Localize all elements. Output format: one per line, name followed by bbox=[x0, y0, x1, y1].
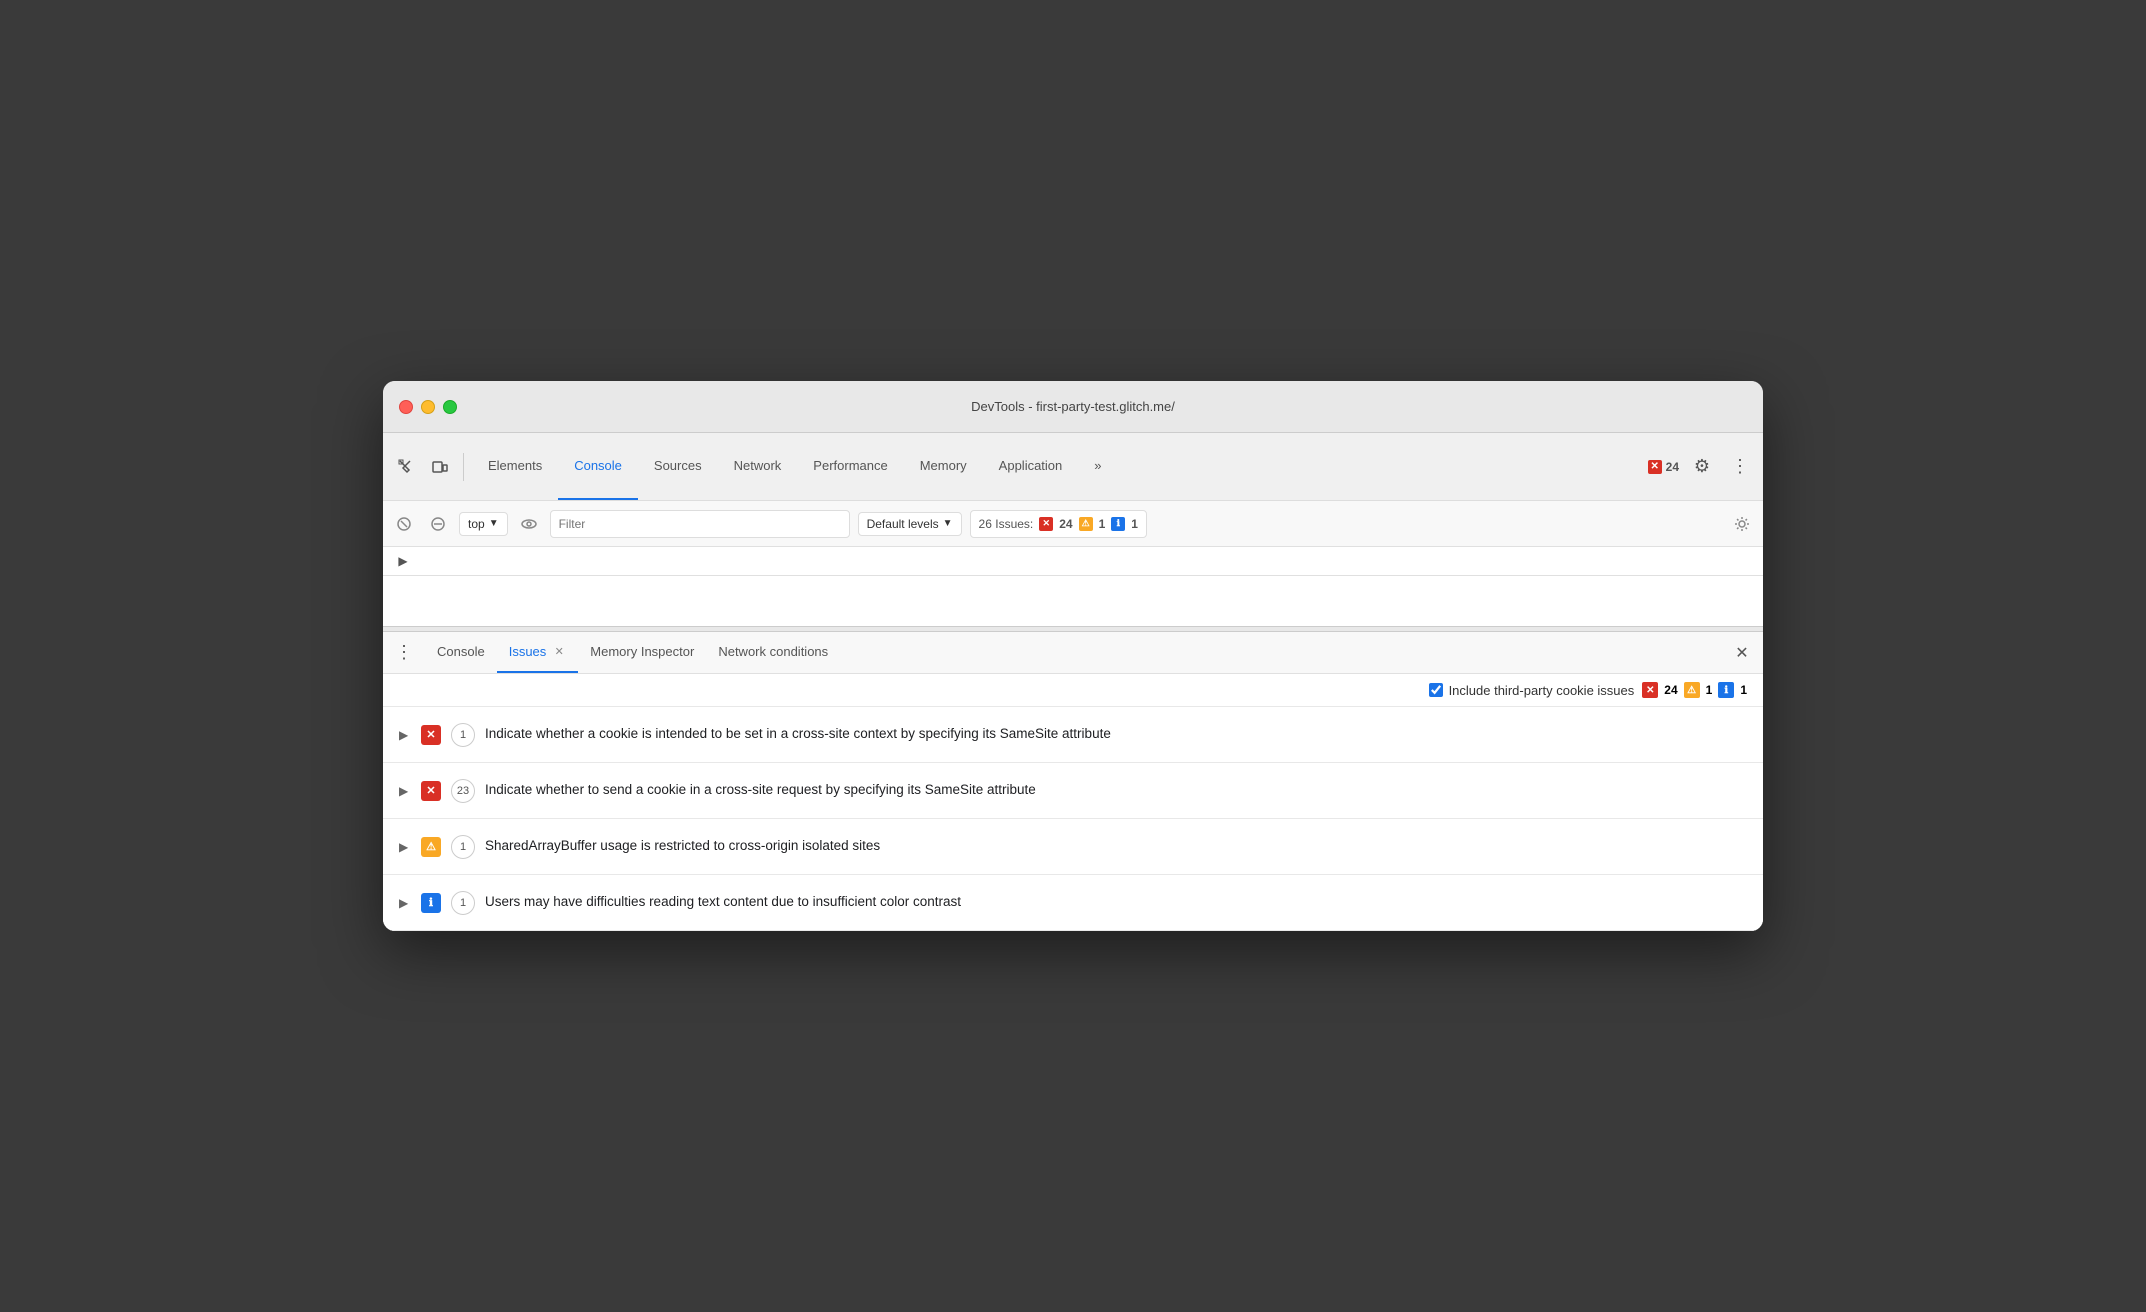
bottom-tab-network-conditions[interactable]: Network conditions bbox=[706, 632, 840, 673]
header-error-count: 24 bbox=[1664, 683, 1677, 697]
include-third-party-label[interactable]: Include third-party cookie issues bbox=[1429, 683, 1635, 698]
tab-elements[interactable]: Elements bbox=[472, 433, 558, 500]
info-count: 1 bbox=[1131, 517, 1138, 531]
tab-more[interactable]: » bbox=[1078, 433, 1117, 500]
main-nav-tabs: Elements Console Sources Network Perform… bbox=[472, 433, 1644, 500]
header-error-icon: ✕ bbox=[1642, 682, 1658, 698]
issues-badge[interactable]: ✕ 24 bbox=[1648, 460, 1679, 474]
issue-row[interactable]: ▶ ⚠ 1 SharedArrayBuffer usage is restric… bbox=[383, 819, 1763, 875]
device-toolbar-button[interactable] bbox=[425, 452, 455, 482]
issues-tab-close[interactable]: ✕ bbox=[552, 645, 566, 659]
issue-count-circle: 1 bbox=[451, 835, 475, 859]
issue-expand-arrow: ▶ bbox=[399, 840, 411, 854]
warning-badge: ⚠ bbox=[1079, 517, 1093, 531]
memory-inspector-tab-label: Memory Inspector bbox=[590, 644, 694, 659]
info-badge: ℹ bbox=[1111, 517, 1125, 531]
issue-type-icon: ✕ bbox=[421, 781, 441, 801]
clear-console-button[interactable] bbox=[391, 511, 417, 537]
console-toolbar: top ▼ Default levels ▼ 26 Issues: ✕ 24 ⚠… bbox=[383, 501, 1763, 547]
context-arrow-icon: ▼ bbox=[489, 518, 499, 529]
issues-panel: Include third-party cookie issues ✕ 24 ⚠… bbox=[383, 674, 1763, 931]
issue-expand-arrow: ▶ bbox=[399, 728, 411, 742]
levels-selector[interactable]: Default levels ▼ bbox=[858, 512, 962, 536]
issues-label: 26 Issues: bbox=[979, 517, 1034, 531]
issues-tab-label: Issues bbox=[509, 644, 547, 659]
header-info-count: 1 bbox=[1740, 683, 1747, 697]
devtools-window: DevTools - first-party-test.glitch.me/ E… bbox=[383, 381, 1763, 931]
issue-row[interactable]: ▶ ✕ 23 Indicate whether to send a cookie… bbox=[383, 763, 1763, 819]
settings-button[interactable]: ⚙ bbox=[1687, 452, 1717, 482]
issue-row[interactable]: ▶ ✕ 1 Indicate whether a cookie is inten… bbox=[383, 707, 1763, 763]
bottom-tabs: ⋮ Console Issues ✕ Memory Inspector Netw… bbox=[383, 632, 1763, 674]
bottom-tab-memory-inspector[interactable]: Memory Inspector bbox=[578, 632, 706, 673]
tab-application[interactable]: Application bbox=[983, 433, 1079, 500]
expand-area: ▶ bbox=[383, 547, 1763, 576]
bottom-tab-issues[interactable]: Issues ✕ bbox=[497, 632, 579, 673]
inspect-element-button[interactable] bbox=[391, 452, 421, 482]
filter-input[interactable] bbox=[550, 510, 850, 538]
tab-menu-button[interactable]: ⋮ bbox=[391, 640, 417, 666]
titlebar: DevTools - first-party-test.glitch.me/ bbox=[383, 381, 1763, 433]
error-count: 24 bbox=[1059, 517, 1072, 531]
issue-type-icon: ✕ bbox=[421, 725, 441, 745]
close-bottom-panel-button[interactable]: ✕ bbox=[1729, 640, 1755, 666]
network-conditions-tab-label: Network conditions bbox=[718, 644, 828, 659]
bottom-panel: ⋮ Console Issues ✕ Memory Inspector Netw… bbox=[383, 632, 1763, 931]
issues-list: ▶ ✕ 1 Indicate whether a cookie is inten… bbox=[383, 707, 1763, 931]
more-options-button[interactable]: ⋮ bbox=[1725, 452, 1755, 482]
issue-count-circle: 1 bbox=[451, 891, 475, 915]
tab-memory[interactable]: Memory bbox=[904, 433, 983, 500]
tab-performance[interactable]: Performance bbox=[797, 433, 903, 500]
console-tab-label: Console bbox=[437, 644, 485, 659]
include-third-party-text: Include third-party cookie issues bbox=[1449, 683, 1635, 698]
issue-type-icon: ⚠ bbox=[421, 837, 441, 857]
context-selector[interactable]: top ▼ bbox=[459, 512, 508, 536]
bottom-tab-console[interactable]: Console bbox=[425, 632, 497, 673]
issue-text: Indicate whether a cookie is intended to… bbox=[485, 725, 1111, 744]
minimize-button[interactable] bbox=[421, 400, 435, 414]
console-issues-count[interactable]: 26 Issues: ✕ 24 ⚠ 1 ℹ 1 bbox=[970, 510, 1147, 538]
context-value: top bbox=[468, 517, 485, 531]
error-badge-icon: ✕ bbox=[1648, 460, 1662, 474]
header-warning-icon: ⚠ bbox=[1684, 682, 1700, 698]
include-third-party-checkbox[interactable] bbox=[1429, 683, 1443, 697]
issue-row[interactable]: ▶ ℹ 1 Users may have difficulties readin… bbox=[383, 875, 1763, 931]
issue-expand-arrow: ▶ bbox=[399, 896, 411, 910]
error-badge: ✕ bbox=[1039, 517, 1053, 531]
toolbar-divider bbox=[463, 453, 464, 481]
header-info-icon: ℹ bbox=[1718, 682, 1734, 698]
issues-count: 24 bbox=[1666, 460, 1679, 474]
levels-value: Default levels bbox=[867, 517, 939, 531]
issue-text: Users may have difficulties reading text… bbox=[485, 893, 961, 912]
issues-badges: ✕ 24 ⚠ 1 ℹ 1 bbox=[1642, 682, 1747, 698]
expand-arrow[interactable]: ▶ bbox=[395, 553, 411, 569]
eye-button[interactable] bbox=[516, 511, 542, 537]
header-warning-count: 1 bbox=[1706, 683, 1713, 697]
issue-text: Indicate whether to send a cookie in a c… bbox=[485, 781, 1036, 800]
issue-expand-arrow: ▶ bbox=[399, 784, 411, 798]
console-output-area bbox=[383, 576, 1763, 626]
close-button[interactable] bbox=[399, 400, 413, 414]
tab-console[interactable]: Console bbox=[558, 433, 638, 500]
maximize-button[interactable] bbox=[443, 400, 457, 414]
warning-count: 1 bbox=[1099, 517, 1106, 531]
levels-arrow-icon: ▼ bbox=[943, 518, 953, 529]
issue-type-icon: ℹ bbox=[421, 893, 441, 913]
issues-header: Include third-party cookie issues ✕ 24 ⚠… bbox=[383, 674, 1763, 707]
traffic-lights bbox=[399, 400, 457, 414]
main-toolbar: Elements Console Sources Network Perform… bbox=[383, 433, 1763, 501]
issue-count-circle: 1 bbox=[451, 723, 475, 747]
window-title: DevTools - first-party-test.glitch.me/ bbox=[971, 399, 1175, 414]
issue-count-circle: 23 bbox=[451, 779, 475, 803]
tab-network[interactable]: Network bbox=[718, 433, 798, 500]
console-settings-button[interactable] bbox=[1729, 511, 1755, 537]
tab-sources[interactable]: Sources bbox=[638, 433, 718, 500]
toolbar-right: ✕ 24 ⚙ ⋮ bbox=[1648, 452, 1755, 482]
block-requests-button[interactable] bbox=[425, 511, 451, 537]
issue-text: SharedArrayBuffer usage is restricted to… bbox=[485, 837, 880, 856]
